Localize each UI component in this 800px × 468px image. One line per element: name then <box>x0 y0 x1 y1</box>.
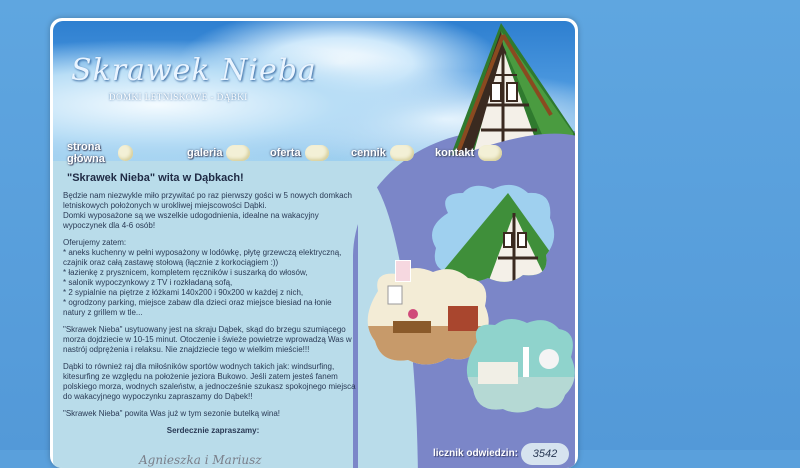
cloud-icon <box>478 145 503 161</box>
house-illustration <box>451 23 575 155</box>
offer-title: Oferujemy zatem: <box>63 238 127 247</box>
visit-counter-value: 3542 <box>521 443 569 465</box>
site-frame-inner: Skrawek Nieba DOMKI LETNISKOWE - DĄBKI s… <box>53 21 575 468</box>
nav-home[interactable]: strona główna <box>67 141 142 165</box>
site-frame: Skrawek Nieba DOMKI LETNISKOWE - DĄBKI s… <box>50 18 578 468</box>
intro-line-2: Domki wyposażone są we wszelkie udogodni… <box>63 211 319 230</box>
wine-paragraph: "Skrawek Nieba" powita Was już w tym sez… <box>63 409 281 418</box>
nav-gallery-label: galeria <box>187 147 223 159</box>
watersports-paragraph: Dąbki to również raj dla miłośników spor… <box>63 362 356 401</box>
cloud-icon <box>117 145 142 165</box>
nav-contact[interactable]: kontakt <box>435 141 503 165</box>
nav-offer-label: oferta <box>270 147 301 159</box>
offer-list: Oferujemy zatem: * aneks kuchenny w pełn… <box>63 238 363 318</box>
offer-item: * 2 sypialnie na piętrze z łóżkami 140x2… <box>63 288 304 297</box>
intro-line: Będzie nam niezwykle miło przywitać po r… <box>63 191 352 210</box>
nav-home-label: strona główna <box>67 141 105 165</box>
site-logo[interactable]: Skrawek Nieba <box>71 53 317 88</box>
offer-item: * łazienkę z prysznicem, kompletem ręczn… <box>63 268 308 277</box>
offer-item: natury z grillem w tle... <box>63 308 143 317</box>
intro-text: Będzie nam niezwykle miło przywitać po r… <box>63 191 363 231</box>
offer-item: * aneks kuchenny w pełni wyposażony w lo… <box>63 248 342 257</box>
location-paragraph: "Skrawek Nieba" usytuowany jest na skraj… <box>63 325 352 354</box>
offer-item: * ogrodzony parking, miejsce zabaw dla d… <box>63 298 332 307</box>
cloud-icon <box>389 145 414 161</box>
cloud-icon <box>226 145 251 161</box>
nav-offer[interactable]: oferta <box>270 141 329 165</box>
nav-pricing-label: cennik <box>351 147 386 159</box>
closing-text: Serdecznie zapraszamy: <box>166 426 260 435</box>
cloud-icon <box>304 145 329 161</box>
offer-item: * salonik wypoczynkowy z TV i rozkładaną… <box>63 278 233 287</box>
nav-gallery[interactable]: galeria <box>187 141 251 165</box>
nav-contact-label: kontakt <box>435 147 475 159</box>
nav-pricing[interactable]: cennik <box>351 141 414 165</box>
bedroom-photo[interactable] <box>463 317 575 415</box>
signature: Agnieszka i Mariusz <box>139 453 262 467</box>
offer-item: czajnik oraz całą zastawę stołową (łączn… <box>63 258 279 267</box>
portrait-frame <box>395 260 411 282</box>
welcome-heading: "Skrawek Nieba" wita w Dąbkach! <box>67 172 244 184</box>
main-content: "Skrawek Nieba" wita w Dąbkach! Będzie n… <box>63 173 363 436</box>
site-subtitle: DOMKI LETNISKOWE - DĄBKI <box>109 92 248 102</box>
